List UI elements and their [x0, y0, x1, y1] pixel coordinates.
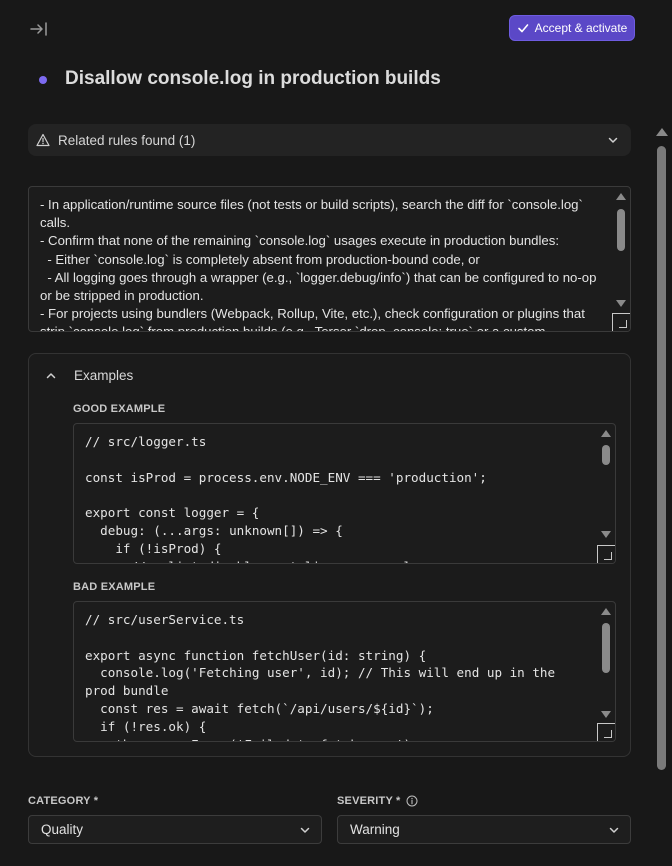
category-label-text: CATEGORY * [28, 795, 99, 807]
bad-example-label: BAD EXAMPLE [73, 581, 156, 593]
accept-activate-label: Accept & activate [534, 21, 628, 35]
page-scrollbar[interactable] [655, 128, 669, 770]
category-select[interactable]: Quality [28, 815, 322, 844]
warning-icon [36, 133, 50, 147]
resize-handle-icon[interactable] [597, 545, 615, 563]
severity-select[interactable]: Warning [337, 815, 631, 844]
description-text: - In application/runtime source files (n… [40, 197, 597, 332]
examples-panel: Examples GOOD EXAMPLE // src/logger.ts c… [28, 353, 631, 757]
chevron-down-icon [608, 137, 618, 143]
bad-example-scrollbar[interactable] [600, 608, 612, 718]
collapse-panel-icon[interactable] [30, 21, 48, 37]
status-dot [39, 76, 47, 84]
scrollbar-thumb[interactable] [602, 445, 610, 465]
category-label: CATEGORY * [28, 795, 98, 807]
good-example-label: GOOD EXAMPLE [73, 403, 166, 415]
accept-activate-button[interactable]: Accept & activate [509, 15, 635, 41]
bad-example-code-text: // src/userService.ts export async funct… [85, 612, 556, 741]
good-example-scrollbar[interactable] [600, 430, 612, 538]
chevron-up-icon [46, 372, 56, 378]
resize-handle-icon[interactable] [612, 313, 630, 331]
resize-handle-icon[interactable] [597, 723, 615, 741]
scroll-down-arrow-icon[interactable] [601, 531, 611, 538]
scroll-up-arrow-icon[interactable] [601, 608, 611, 615]
good-example-code-text: // src/logger.ts const isProd = process.… [85, 434, 487, 563]
good-example-code[interactable]: // src/logger.ts const isProd = process.… [73, 423, 616, 564]
scroll-down-arrow-icon[interactable] [601, 711, 611, 718]
scroll-up-arrow-icon[interactable] [601, 430, 611, 437]
info-icon[interactable] [406, 795, 418, 807]
scroll-up-arrow-icon[interactable] [616, 193, 626, 200]
examples-toggle[interactable]: Examples [45, 368, 133, 383]
severity-label-text: SEVERITY * [337, 795, 401, 807]
description-textarea[interactable]: - In application/runtime source files (n… [28, 186, 631, 332]
chevron-down-icon [609, 827, 619, 833]
scroll-up-arrow-icon[interactable] [656, 128, 668, 136]
page-title: Disallow console.log in production build… [65, 68, 441, 89]
scroll-down-arrow-icon[interactable] [616, 300, 626, 307]
bad-example-code[interactable]: // src/userService.ts export async funct… [73, 601, 616, 742]
category-value: Quality [41, 822, 84, 837]
severity-value: Warning [350, 822, 400, 837]
chevron-down-icon [300, 827, 310, 833]
description-scrollbar[interactable] [615, 193, 627, 307]
severity-label: SEVERITY * [337, 795, 418, 807]
related-rules-toggle[interactable]: Related rules found (1) [28, 124, 631, 156]
examples-heading: Examples [74, 368, 134, 383]
scrollbar-thumb[interactable] [602, 623, 610, 673]
scrollbar-thumb[interactable] [657, 146, 666, 770]
checkmark-icon [517, 24, 528, 33]
related-rules-label: Related rules found (1) [58, 132, 196, 148]
scrollbar-thumb[interactable] [617, 209, 625, 251]
